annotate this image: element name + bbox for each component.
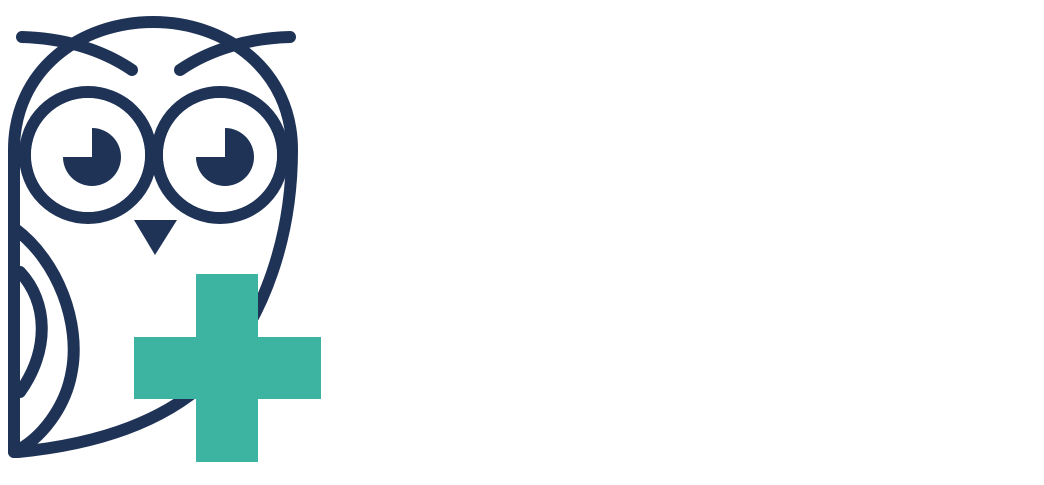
beak: [134, 220, 177, 255]
left-wing-inner: [14, 266, 48, 398]
medical-cross-icon: [134, 274, 321, 462]
blank-area: [340, 0, 1044, 485]
left-eye-white: [31, 98, 145, 212]
owl-with-plus-icon: [8, 16, 321, 462]
right-eye-white: [163, 98, 277, 212]
logo: [0, 0, 340, 485]
canvas: [0, 0, 1044, 485]
